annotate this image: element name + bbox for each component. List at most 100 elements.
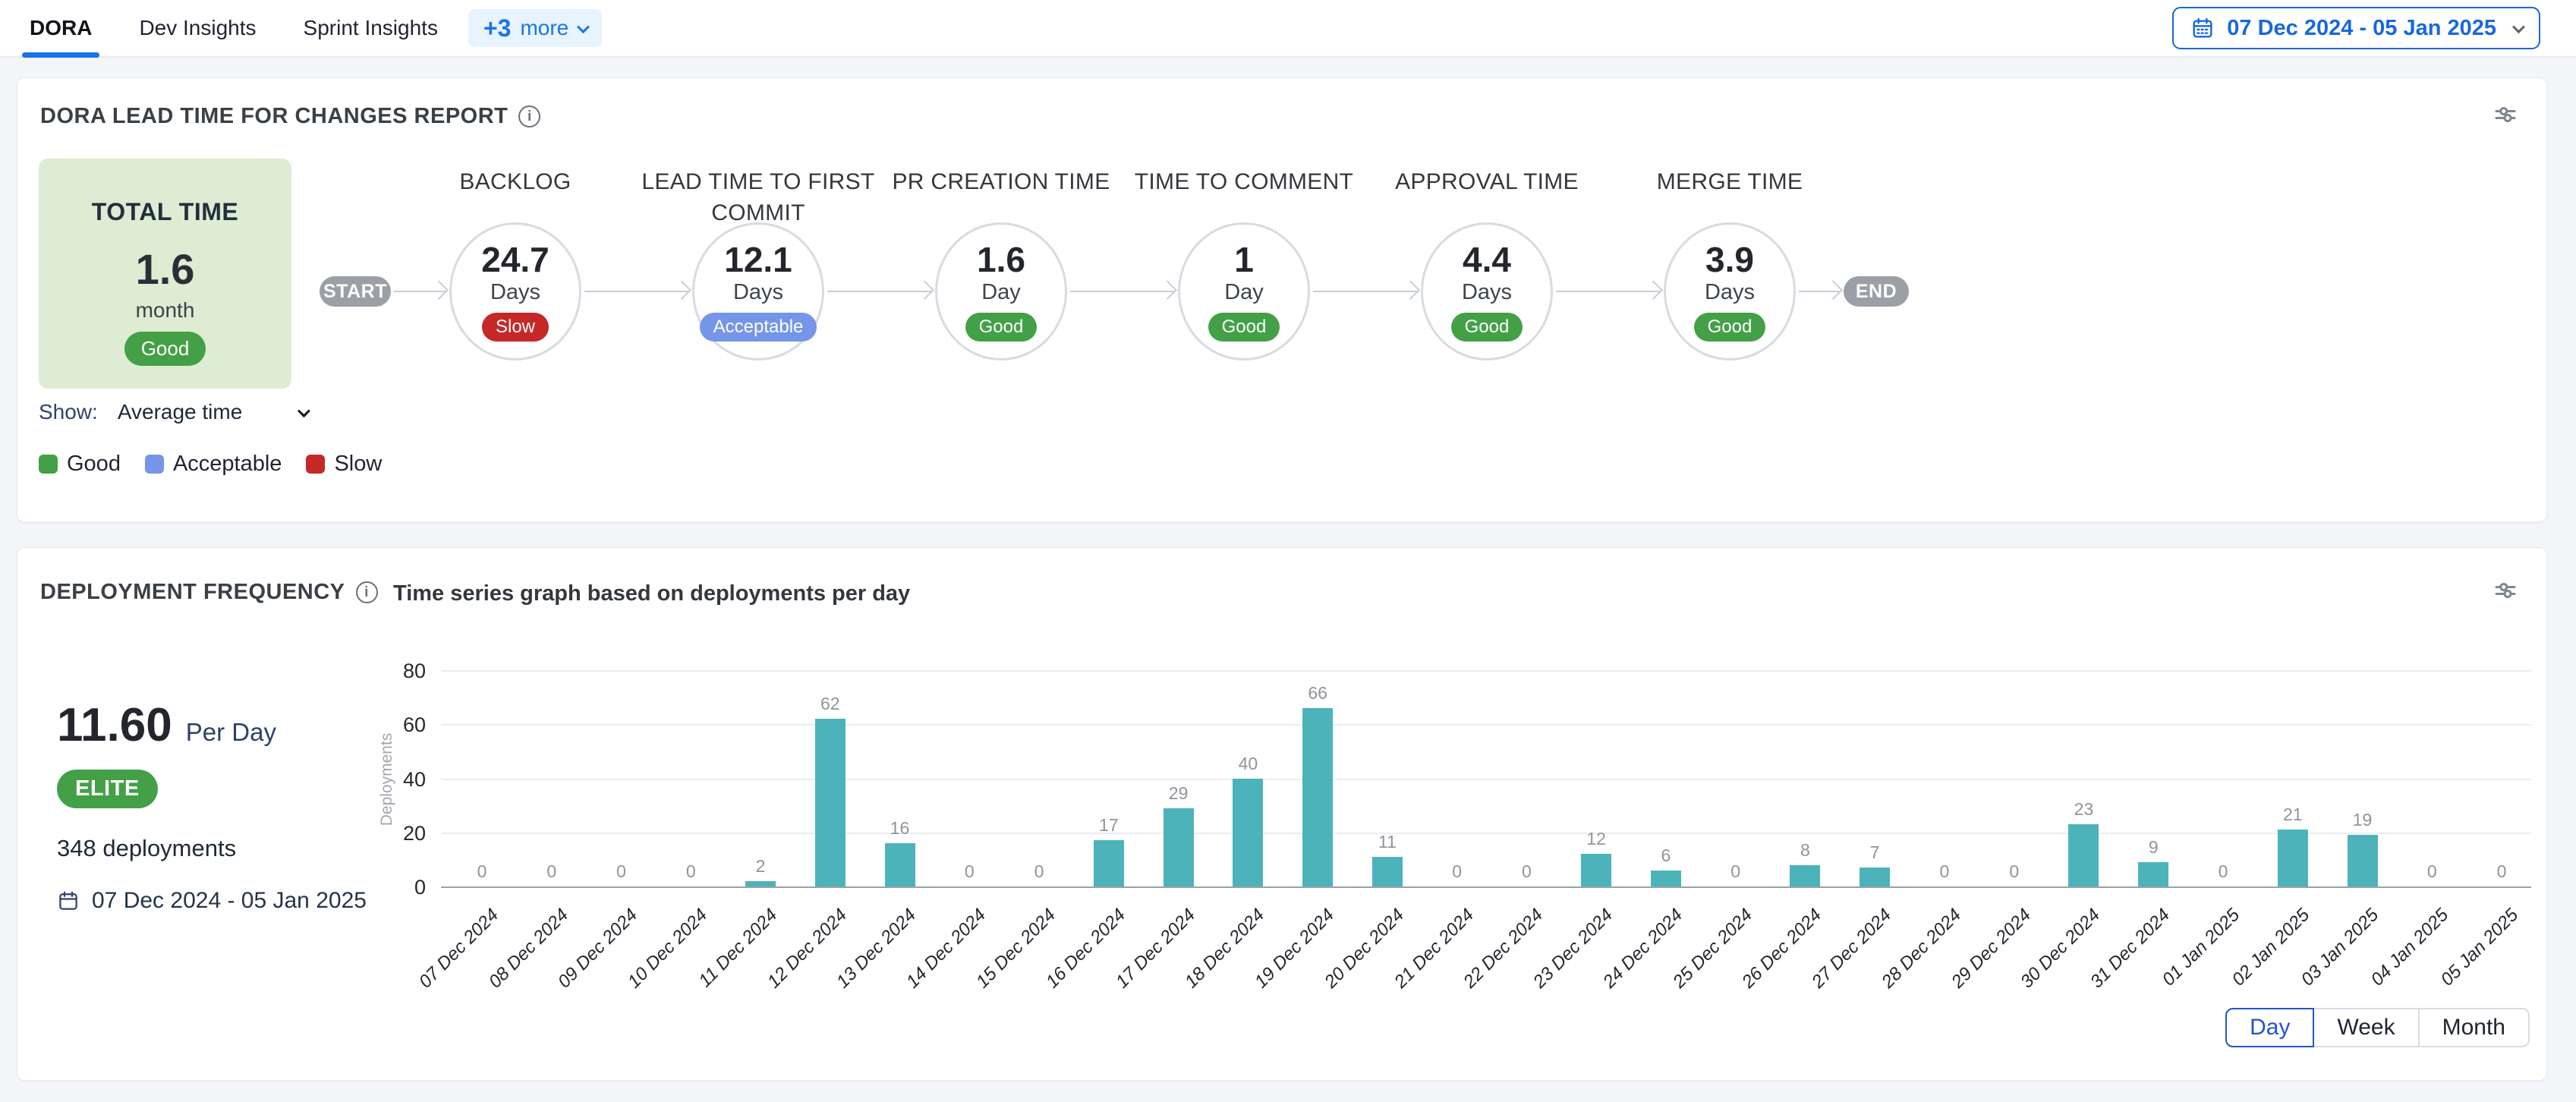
lead-time-flow-diagram: STARTBACKLOG24.7DaysSlowLEAD TIME TO FIR…	[17, 78, 2546, 523]
stage-status-badge: Good	[1451, 313, 1523, 342]
deployment-bar[interactable]	[1302, 708, 1333, 886]
show-metric-value: Average time	[118, 400, 242, 424]
granularity-month-button[interactable]: Month	[2418, 1008, 2530, 1047]
bar-value-label: 11	[1349, 832, 1425, 852]
legend-swatch	[145, 455, 164, 474]
info-icon[interactable]: i	[356, 581, 378, 603]
stage-unit: Days	[733, 280, 783, 305]
deployment-bar[interactable]	[885, 843, 915, 886]
stage-value: 1	[1234, 241, 1254, 278]
deployment-bar[interactable]	[1094, 840, 1124, 886]
bar-value-label: 62	[792, 694, 868, 714]
bar-value-label: 0	[2394, 861, 2470, 882]
flow-arrow	[1799, 291, 1841, 292]
deployment-rate: 11.60 Per Day	[57, 698, 276, 752]
y-axis-tick-label: 80	[368, 660, 426, 683]
chevron-down-icon	[577, 20, 590, 33]
deployment-bar[interactable]	[815, 719, 846, 886]
legend-swatch	[39, 455, 58, 474]
deployment-date-range: 07 Dec 2024 - 05 Jan 2025	[57, 888, 367, 914]
stage-label: LEAD TIME TO FIRST COMMIT	[637, 166, 880, 228]
granularity-week-button[interactable]: Week	[2313, 1008, 2419, 1047]
chart-title: Time series graph based on deployments p…	[393, 581, 910, 606]
deployment-bar[interactable]	[745, 881, 776, 886]
bar-value-label: 12	[1558, 829, 1634, 849]
stage-circle: 1DayGood	[1178, 222, 1310, 361]
deployment-bar[interactable]	[2348, 835, 2378, 886]
chevron-down-icon	[2512, 20, 2525, 33]
bar-value-label: 0	[1419, 861, 1495, 882]
calendar-icon	[2190, 16, 2215, 40]
bar-value-label: 0	[2185, 861, 2261, 882]
granularity-day-button[interactable]: Day	[2225, 1008, 2314, 1047]
x-axis-line	[441, 886, 2531, 888]
stage-value: 12.1	[724, 241, 792, 278]
deployments-bar-chart: 020406080007 Dec 2024008 Dec 2024009 Dec…	[441, 672, 2531, 888]
stage-circle: 12.1DaysAcceptable	[692, 222, 824, 361]
show-label: Show:	[39, 400, 98, 424]
deployment-bar[interactable]	[2068, 824, 2099, 886]
bar-value-label: 0	[1001, 861, 1077, 882]
stage-status-badge: Good	[1694, 313, 1766, 342]
flow-arrow	[1556, 291, 1661, 292]
tier-badge: ELITE	[57, 770, 158, 808]
deployment-card-title: DEPLOYMENT FREQUENCY i	[40, 580, 378, 605]
deployment-bar[interactable]	[1581, 854, 1611, 886]
deployment-rate-value: 11.60	[57, 698, 172, 752]
y-axis-tick-label: 0	[368, 876, 426, 899]
tab-dora[interactable]: DORA	[30, 0, 92, 56]
stage-label: MERGE TIME	[1608, 166, 1851, 197]
flow-end-pill: END	[1844, 276, 1909, 307]
bar-value-label: 66	[1280, 683, 1356, 704]
stage-circle: 4.4DaysGood	[1421, 222, 1553, 361]
bar-value-label: 9	[2115, 837, 2191, 858]
gridline	[441, 670, 2531, 672]
stage-status-badge: Good	[965, 313, 1038, 342]
deployment-bar[interactable]	[1164, 808, 1194, 886]
bar-value-label: 0	[931, 861, 1007, 882]
stage-unit: Days	[1462, 280, 1512, 305]
bar-value-label: 2	[723, 856, 798, 877]
stage-status-badge: Good	[1208, 313, 1280, 342]
show-metric-dropdown[interactable]: Average time	[118, 400, 307, 424]
y-axis-tick-label: 40	[368, 768, 426, 792]
bar-value-label: 0	[584, 861, 660, 882]
show-selector-row: Show: Average time	[39, 400, 307, 424]
more-tabs-button[interactable]: +3 more	[468, 9, 602, 47]
deployment-bar[interactable]	[1790, 865, 1820, 887]
stage-value: 24.7	[481, 241, 550, 278]
deployment-frequency-card: DEPLOYMENT FREQUENCY i Time series graph…	[17, 547, 2547, 1081]
granularity-toggle: Day Week Month	[2225, 1008, 2530, 1047]
deployment-bar[interactable]	[2278, 830, 2308, 886]
flow-start-pill: START	[320, 276, 391, 307]
deployment-bar[interactable]	[1233, 779, 1263, 887]
bar-value-label: 19	[2325, 810, 2401, 830]
top-navigation-bar: DORA Dev Insights Sprint Insights +3 mor…	[0, 0, 2576, 58]
legend-item: Slow	[306, 452, 382, 477]
flow-arrow	[394, 291, 446, 292]
bar-value-label: 17	[1071, 815, 1147, 836]
y-axis-tick-label: 60	[368, 713, 426, 737]
stage-unit: Days	[490, 280, 540, 305]
stage-label: PR CREATION TIME	[880, 166, 1123, 197]
gridline	[441, 724, 2531, 726]
deployment-bar[interactable]	[1372, 857, 1403, 886]
bar-value-label: 0	[1698, 861, 1774, 882]
gridline	[441, 833, 2531, 834]
tab-dev-insights[interactable]: Dev Insights	[139, 0, 256, 56]
lead-time-card: DORA LEAD TIME FOR CHANGES REPORT i TOTA…	[17, 77, 2547, 522]
stage-circle: 1.6DayGood	[935, 222, 1067, 361]
more-tabs-count: +3	[483, 16, 511, 40]
bar-value-label: 23	[2045, 799, 2121, 820]
bar-value-label: 0	[1488, 861, 1564, 882]
bar-value-label: 0	[653, 861, 729, 882]
tab-sprint-insights[interactable]: Sprint Insights	[304, 0, 438, 56]
deployment-bar[interactable]	[2138, 862, 2168, 886]
bar-value-label: 0	[2464, 861, 2540, 882]
deployment-bar[interactable]	[1651, 871, 1681, 886]
deployment-bar[interactable]	[1860, 867, 1890, 886]
dora-dashboard-page: DORA Dev Insights Sprint Insights +3 mor…	[0, 0, 2576, 1102]
date-range-picker[interactable]: 07 Dec 2024 - 05 Jan 2025	[2172, 7, 2540, 49]
settings-sliders-icon[interactable]	[2492, 577, 2519, 608]
deployment-title-text: DEPLOYMENT FREQUENCY	[40, 580, 345, 605]
